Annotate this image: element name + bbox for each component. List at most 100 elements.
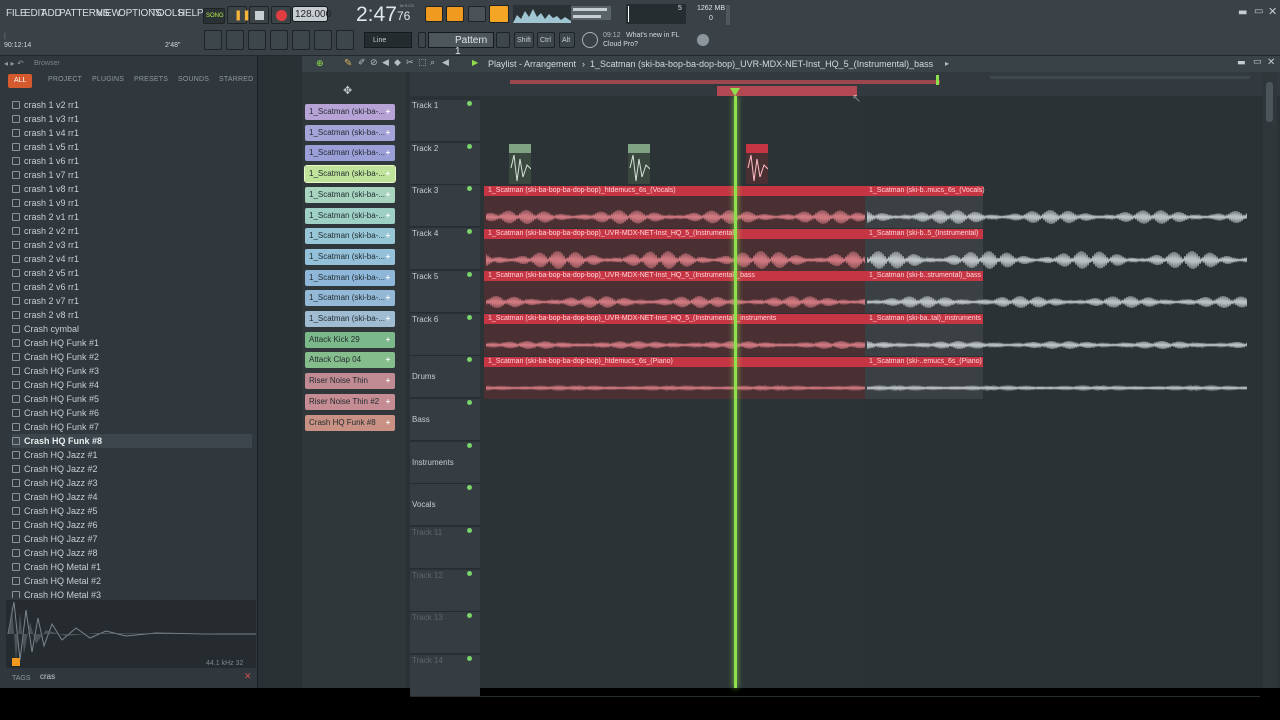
zoom-icon[interactable]: ⌕ (430, 58, 435, 68)
browser-item[interactable]: crash 1 v4 rr1 (12, 126, 252, 140)
news-icon[interactable] (582, 32, 598, 48)
browser-item[interactable]: Crash HQ Jazz #8 (12, 546, 252, 560)
pattern-item[interactable]: Crash HQ Funk #8 + (305, 414, 395, 431)
browser-item[interactable]: Crash HQ Jazz #1 (12, 448, 252, 462)
pattern-plus-icon[interactable]: + (383, 104, 393, 120)
pattern-selector[interactable]: Pattern 1 (428, 32, 494, 57)
blend-button[interactable] (489, 5, 509, 23)
browser-item[interactable]: crash 2 v8 rr1 (12, 308, 252, 322)
audio-clip[interactable]: 1_Scatman (ski-ba-bop-ba-dop-bop)_htdemu… (484, 186, 866, 228)
pencil-icon[interactable]: ✎ (344, 58, 352, 69)
playhead-marker-icon[interactable] (730, 88, 740, 96)
pattern-item[interactable]: 1_Scatman (ski-ba-... + (305, 269, 395, 286)
pattern-plus-icon[interactable]: + (383, 208, 393, 224)
playlist-minimize-icon[interactable]: ▬ (1237, 58, 1246, 68)
track-enable-icon[interactable] (467, 314, 472, 320)
stop-button[interactable] (249, 6, 269, 24)
track-enable-icon[interactable] (467, 186, 472, 192)
track-enable-icon[interactable] (467, 442, 472, 448)
track-header[interactable]: Track 2 (410, 142, 480, 185)
pattern-plus-icon[interactable]: + (383, 145, 393, 161)
pattern-item[interactable]: 1_Scatman (ski-ba-... + (304, 165, 396, 184)
pattern-prev-arrow-icon[interactable] (418, 32, 426, 48)
tab-project[interactable]: PROJECT (48, 76, 82, 83)
browser-search-input[interactable]: cras (38, 670, 214, 684)
browser-item[interactable]: crash 1 v3 rr1 (12, 112, 252, 126)
pattern-item[interactable]: Riser Noise Thin #2 + (305, 393, 395, 410)
pattern-item[interactable]: 1_Scatman (ski-ba-... + (305, 311, 395, 327)
browser-item[interactable]: Crash HQ Funk #3 (12, 364, 252, 378)
pattern-item[interactable]: Riser Noise Thin + (305, 373, 395, 390)
song-mode-toggle[interactable]: SONG (203, 8, 225, 24)
browser-item[interactable]: Crash HQ Funk #8 (12, 434, 252, 448)
track-header[interactable]: Track 11 (410, 527, 480, 569)
tab-starred[interactable]: STARRED (219, 76, 253, 83)
pattern-item[interactable]: Attack Clap 04 + (305, 352, 395, 369)
magnet-icon[interactable]: ⊕ (316, 59, 324, 69)
ctrl-button[interactable]: Ctrl (537, 32, 555, 48)
countdown-button[interactable] (446, 6, 464, 22)
shift-button[interactable]: Shift (514, 32, 534, 48)
news-line2[interactable]: Cloud Pro? (603, 41, 638, 48)
browser-item[interactable]: Crash HQ Jazz #2 (12, 462, 252, 476)
paint-icon[interactable]: ✐ (358, 58, 366, 68)
browser-item[interactable]: Crash HQ Metal #2 (12, 574, 252, 588)
browser-item[interactable]: Crash HQ Jazz #5 (12, 504, 252, 518)
tool-channel-rack-icon[interactable] (226, 30, 244, 50)
mute-icon[interactable]: ◀ (382, 58, 389, 68)
track-header[interactable]: Instruments (410, 441, 480, 484)
track-header[interactable]: Track 6 (410, 313, 480, 356)
track2-clip-b[interactable] (628, 144, 651, 184)
news-line1[interactable]: What's new in FL (626, 32, 679, 39)
tab-all[interactable]: ALL (8, 74, 32, 88)
browser-item[interactable]: crash 1 v9 rr1 (12, 196, 252, 210)
track-header[interactable]: Track 4 (410, 228, 480, 271)
track-header[interactable]: Track 14 (410, 655, 480, 698)
browser-list[interactable]: crash 1 v2 rr1 crash 1 v3 rr1 crash 1 v4 r… (0, 98, 256, 598)
track-enable-icon[interactable] (467, 101, 472, 106)
record-button[interactable] (271, 6, 291, 24)
pattern-plus-icon[interactable]: + (383, 373, 393, 389)
browser-item[interactable]: Crash HQ Funk #2 (12, 350, 252, 364)
browser-item[interactable]: crash 2 v7 rr1 (12, 294, 252, 308)
select-icon[interactable]: ⬚ (418, 58, 427, 68)
audio-clip-tail[interactable]: 1_Scatman (ski-b..mucs_6s_(Vocals) (865, 186, 1247, 228)
tempo-display[interactable]: 128.000 (292, 6, 331, 22)
track-enable-icon[interactable] (467, 613, 472, 619)
song-time[interactable]: 2:47 (356, 3, 397, 27)
pattern-plus-button[interactable] (496, 32, 510, 48)
pattern-item[interactable]: 1_Scatman (ski-ba-... + (305, 124, 395, 141)
pattern-item[interactable]: 1_Scatman (ski-ba-... + (305, 228, 395, 245)
wait-button[interactable] (468, 6, 486, 22)
browser-item[interactable]: crash 2 v4 rr1 (12, 252, 252, 266)
pattern-plus-icon[interactable]: + (383, 290, 393, 306)
browser-item[interactable]: crash 1 v6 rr1 (12, 154, 252, 168)
pattern-item[interactable]: 1_Scatman (ski-ba-... + (305, 186, 395, 203)
horizontal-scrollbar[interactable] (990, 76, 1250, 79)
pattern-plus-icon[interactable]: + (383, 187, 393, 203)
browser-item[interactable]: crash 2 v2 rr1 (12, 224, 252, 238)
browser-item[interactable]: crash 2 v3 rr1 (12, 238, 252, 252)
pattern-plus-icon[interactable]: + (383, 166, 393, 182)
close-icon[interactable]: ✕ (1268, 5, 1277, 18)
tab-plugins[interactable]: PLUGINS (92, 76, 124, 83)
song-position-bar[interactable] (510, 80, 940, 84)
audio-clip[interactable]: 1_Scatman (ski-ba-bop-ba-dop-bop)_UVR-MD… (484, 314, 866, 357)
metronome-button[interactable] (425, 6, 443, 22)
microphone-icon[interactable] (336, 30, 354, 50)
audio-clip-tail[interactable]: 1_Scatman (ski-..emucs_6s_(Piano) (865, 356, 1247, 399)
audio-clip-tail[interactable]: 1_Scatman (ski-b..strumental)_bass (865, 271, 1247, 314)
pattern-item[interactable]: 1_Scatman (ski-ba-... + (305, 207, 395, 224)
track-enable-icon[interactable] (467, 485, 472, 491)
tool-piano-roll-icon[interactable] (248, 30, 266, 50)
browser-item[interactable]: Crash HQ Funk #6 (12, 406, 252, 420)
browser-item[interactable]: Crash HQ Jazz #4 (12, 490, 252, 504)
timeline-ruler[interactable] (410, 72, 1280, 96)
playlist-maximize-icon[interactable]: ▭ (1253, 57, 1262, 67)
audio-clip[interactable]: 1_Scatman (ski-ba-bop-ba-dop-bop)_htdemu… (484, 356, 866, 399)
browser-item[interactable]: crash 1 v2 rr1 (12, 98, 252, 112)
pattern-plus-icon[interactable]: + (383, 270, 393, 286)
track-header[interactable]: Track 3 (410, 185, 480, 228)
track-enable-icon[interactable] (467, 271, 472, 277)
maximize-icon[interactable]: ▭ (1254, 6, 1263, 17)
